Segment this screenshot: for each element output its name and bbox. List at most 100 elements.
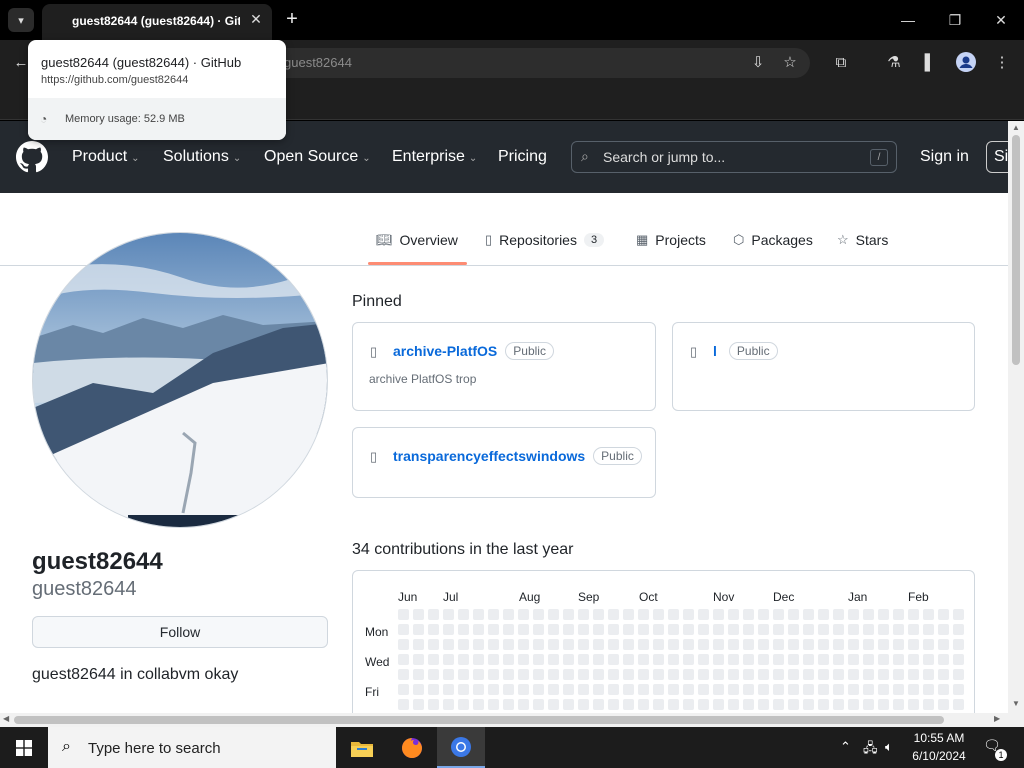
contribution-day[interactable] (848, 609, 859, 620)
contribution-day[interactable] (458, 699, 469, 710)
contribution-day[interactable] (848, 624, 859, 635)
contribution-day[interactable] (653, 624, 664, 635)
contribution-day[interactable] (638, 624, 649, 635)
contribution-day[interactable] (773, 654, 784, 665)
contribution-day[interactable] (848, 699, 859, 710)
contribution-day[interactable] (923, 639, 934, 650)
restore-button[interactable]: ❐ (940, 8, 970, 32)
horizontal-scrollbar[interactable]: ◀ ▶ (0, 713, 1024, 727)
contribution-day[interactable] (488, 699, 499, 710)
profile-avatar-icon[interactable] (955, 52, 977, 74)
contribution-day[interactable] (398, 669, 409, 680)
contribution-day[interactable] (533, 654, 544, 665)
contribution-day[interactable] (623, 624, 634, 635)
pinned-repo-link[interactable]: archive-PlatfOS (393, 343, 497, 359)
contribution-day[interactable] (623, 609, 634, 620)
contribution-day[interactable] (533, 669, 544, 680)
contribution-day[interactable] (788, 609, 799, 620)
volume-muted-icon[interactable]: 🔈︎ (885, 739, 893, 755)
close-window-button[interactable]: ✕ (986, 8, 1016, 32)
contribution-day[interactable] (803, 624, 814, 635)
tab-overview[interactable]: 📖︎ Overview (376, 232, 458, 248)
contribution-day[interactable] (668, 624, 679, 635)
contribution-day[interactable] (803, 669, 814, 680)
contribution-day[interactable] (653, 639, 664, 650)
contribution-day[interactable] (743, 639, 754, 650)
contribution-day[interactable] (683, 699, 694, 710)
contribution-day[interactable] (728, 639, 739, 650)
contribution-day[interactable] (728, 654, 739, 665)
new-tab-button[interactable]: + (282, 8, 302, 30)
contribution-day[interactable] (473, 684, 484, 695)
contribution-day[interactable] (428, 624, 439, 635)
minimize-button[interactable]: — (893, 8, 923, 32)
contribution-day[interactable] (773, 639, 784, 650)
contribution-day[interactable] (593, 624, 604, 635)
labs-icon[interactable]: ⚗ (883, 52, 905, 74)
contribution-day[interactable] (818, 669, 829, 680)
contribution-day[interactable] (788, 654, 799, 665)
contribution-day[interactable] (488, 639, 499, 650)
contribution-day[interactable] (623, 639, 634, 650)
contribution-day[interactable] (803, 609, 814, 620)
chrome-icon[interactable] (437, 727, 485, 768)
contribution-day[interactable] (548, 639, 559, 650)
contribution-day[interactable] (728, 669, 739, 680)
nav-product[interactable]: Product ⌄ (72, 148, 140, 166)
clock-time[interactable]: 10:55 AM (904, 731, 974, 745)
contribution-day[interactable] (683, 684, 694, 695)
contribution-day[interactable] (608, 654, 619, 665)
scroll-right-icon[interactable]: ▶ (994, 714, 1000, 723)
contribution-day[interactable] (563, 669, 574, 680)
contribution-day[interactable] (473, 639, 484, 650)
contribution-day[interactable] (518, 624, 529, 635)
taskbar-search-box[interactable]: ⌕ Type here to search (48, 727, 336, 768)
contribution-day[interactable] (818, 699, 829, 710)
contribution-day[interactable] (578, 654, 589, 665)
contribution-day[interactable] (533, 639, 544, 650)
contribution-day[interactable] (413, 669, 424, 680)
contribution-day[interactable] (548, 654, 559, 665)
contribution-day[interactable] (713, 699, 724, 710)
contribution-day[interactable] (878, 639, 889, 650)
contribution-day[interactable] (728, 699, 739, 710)
contribution-day[interactable] (638, 654, 649, 665)
contribution-day[interactable] (548, 699, 559, 710)
contribution-day[interactable] (443, 669, 454, 680)
contribution-day[interactable] (428, 639, 439, 650)
contribution-day[interactable] (428, 609, 439, 620)
contribution-day[interactable] (563, 684, 574, 695)
contribution-day[interactable] (878, 609, 889, 620)
contribution-day[interactable] (788, 624, 799, 635)
network-icon[interactable]: 🖧︎ (863, 739, 878, 761)
contribution-day[interactable] (878, 669, 889, 680)
contribution-day[interactable] (923, 699, 934, 710)
contribution-day[interactable] (578, 609, 589, 620)
contribution-day[interactable] (938, 654, 949, 665)
contribution-day[interactable] (713, 624, 724, 635)
contribution-day[interactable] (593, 609, 604, 620)
contribution-day[interactable] (653, 654, 664, 665)
contribution-day[interactable] (953, 609, 964, 620)
contribution-day[interactable] (863, 684, 874, 695)
contribution-day[interactable] (458, 639, 469, 650)
contribution-day[interactable] (458, 654, 469, 665)
contribution-day[interactable] (653, 699, 664, 710)
contribution-day[interactable] (413, 639, 424, 650)
contribution-day[interactable] (758, 654, 769, 665)
contribution-day[interactable] (683, 669, 694, 680)
contribution-day[interactable] (893, 639, 904, 650)
contribution-day[interactable] (728, 609, 739, 620)
contribution-day[interactable] (788, 699, 799, 710)
contribution-day[interactable] (938, 699, 949, 710)
contribution-day[interactable] (443, 624, 454, 635)
contribution-day[interactable] (563, 609, 574, 620)
contribution-day[interactable] (428, 684, 439, 695)
contribution-day[interactable] (458, 684, 469, 695)
contribution-day[interactable] (473, 609, 484, 620)
contribution-day[interactable] (488, 654, 499, 665)
clock-date[interactable]: 6/10/2024 (904, 749, 974, 763)
contribution-day[interactable] (563, 699, 574, 710)
contribution-day[interactable] (713, 639, 724, 650)
contribution-day[interactable] (953, 639, 964, 650)
